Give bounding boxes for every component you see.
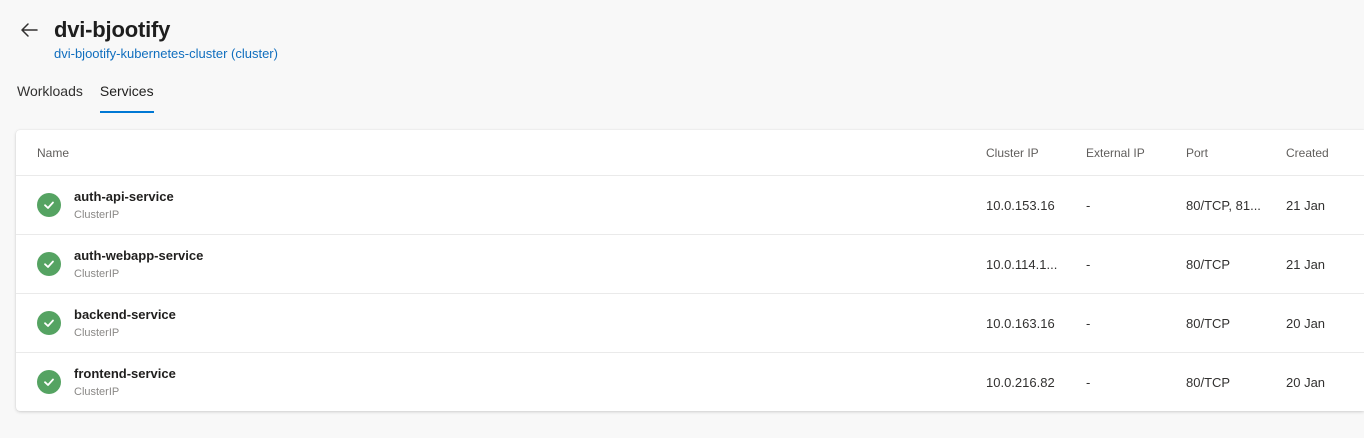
table-row[interactable]: frontend-service ClusterIP 10.0.216.82 -… bbox=[16, 352, 1364, 411]
table-header: Name Cluster IP External IP Port Created bbox=[16, 130, 1364, 176]
check-circle-icon bbox=[37, 311, 61, 335]
column-header-cluster-ip[interactable]: Cluster IP bbox=[986, 146, 1039, 160]
table-row[interactable]: backend-service ClusterIP 10.0.163.16 - … bbox=[16, 293, 1364, 353]
column-header-port[interactable]: Port bbox=[1186, 146, 1208, 160]
back-button[interactable] bbox=[14, 18, 44, 46]
external-ip: - bbox=[1086, 257, 1091, 272]
column-header-name[interactable]: Name bbox=[37, 146, 69, 160]
cluster-ip: 10.0.163.16 bbox=[986, 316, 1055, 331]
tab-services[interactable]: Services bbox=[99, 82, 154, 113]
check-circle-icon bbox=[37, 252, 61, 276]
table-row[interactable]: auth-api-service ClusterIP 10.0.153.16 -… bbox=[16, 175, 1364, 235]
service-type: ClusterIP bbox=[74, 268, 120, 280]
table-row[interactable]: auth-webapp-service ClusterIP 10.0.114.1… bbox=[16, 234, 1364, 294]
service-name: auth-webapp-service bbox=[74, 248, 204, 263]
created: 21 Jan bbox=[1286, 257, 1326, 272]
service-name: frontend-service bbox=[74, 366, 176, 381]
service-type: ClusterIP bbox=[74, 386, 120, 398]
tab-workloads[interactable]: Workloads bbox=[17, 82, 83, 113]
external-ip: - bbox=[1086, 316, 1091, 331]
service-type: ClusterIP bbox=[74, 209, 120, 221]
page-title: dvi-bjootify bbox=[54, 17, 171, 42]
service-type: ClusterIP bbox=[74, 327, 120, 339]
tab-bar: Workloads Services bbox=[17, 82, 171, 114]
service-name: auth-api-service bbox=[74, 189, 174, 204]
external-ip: - bbox=[1086, 375, 1091, 390]
check-circle-icon bbox=[37, 193, 61, 217]
port: 80/TCP bbox=[1186, 375, 1231, 390]
page: dvi-bjootify dvi-bjootify-kubernetes-clu… bbox=[0, 0, 1364, 438]
created: 20 Jan bbox=[1286, 375, 1326, 390]
cluster-ip: 10.0.114.1... bbox=[986, 257, 1058, 272]
cluster-ip: 10.0.216.82 bbox=[986, 375, 1055, 390]
cluster-ip: 10.0.153.16 bbox=[986, 198, 1055, 213]
created: 21 Jan bbox=[1286, 198, 1326, 213]
column-header-created[interactable]: Created bbox=[1286, 146, 1329, 160]
check-circle-icon bbox=[37, 370, 61, 394]
service-name: backend-service bbox=[74, 307, 176, 322]
port: 80/TCP bbox=[1186, 316, 1231, 331]
services-table: Name Cluster IP External IP Port Created… bbox=[16, 130, 1364, 411]
arrow-left-icon bbox=[19, 22, 39, 43]
column-header-external-ip[interactable]: External IP bbox=[1086, 146, 1145, 160]
cluster-link[interactable]: dvi-bjootify-kubernetes-cluster (cluster… bbox=[54, 46, 278, 61]
port: 80/TCP, 81... bbox=[1186, 198, 1261, 213]
external-ip: - bbox=[1086, 198, 1091, 213]
port: 80/TCP bbox=[1186, 257, 1231, 272]
created: 20 Jan bbox=[1286, 316, 1326, 331]
